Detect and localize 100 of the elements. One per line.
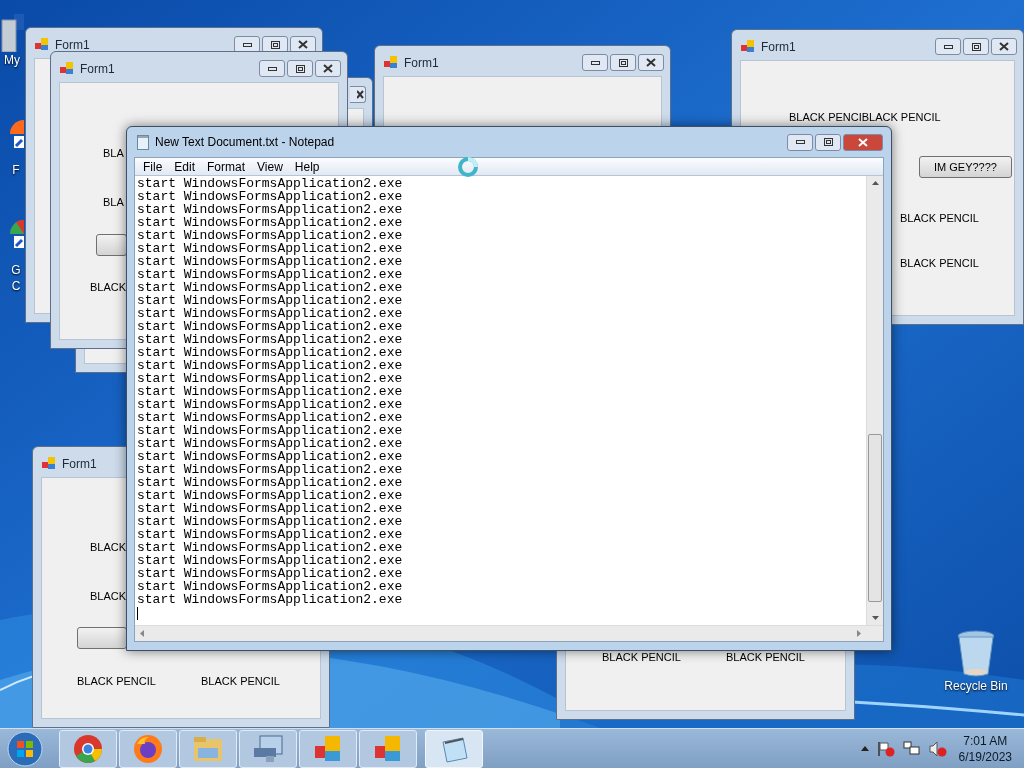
form-icon [741, 40, 755, 53]
window-title: Form1 [761, 38, 796, 56]
form-label: BLACK PENCIL [900, 211, 979, 226]
minimize-button[interactable] [582, 54, 608, 71]
form-button[interactable] [77, 627, 127, 649]
firefox-icon [133, 733, 163, 764]
taskbar-button[interactable] [239, 729, 297, 768]
taskbar-button[interactable] [359, 729, 417, 768]
text-line: start WindowsFormsApplication2.exe [137, 567, 403, 580]
menu-item[interactable]: Format [201, 157, 252, 176]
taskbar-button[interactable] [59, 729, 117, 768]
maximize-button[interactable] [610, 54, 636, 71]
notepad-icon [137, 134, 149, 150]
text-line: start WindowsFormsApplication2.exe [137, 281, 403, 294]
close-icon [323, 64, 333, 73]
text-line: start WindowsFormsApplication2.exe [137, 255, 403, 268]
window-title: Form1 [62, 455, 97, 473]
form-label: BLACK [90, 540, 127, 555]
close-button[interactable] [991, 38, 1017, 55]
text-line: start WindowsFormsApplication2.exe [137, 489, 403, 502]
text-line: start WindowsFormsApplication2.exe [137, 177, 403, 190]
menu-item[interactable]: Edit [168, 157, 202, 176]
close-icon [999, 42, 1009, 51]
menu-item[interactable]: File [137, 157, 169, 176]
form-icon [42, 457, 56, 470]
minimize-icon [267, 66, 277, 71]
scroll-right-icon [857, 630, 861, 637]
text-line: start WindowsFormsApplication2.exe [137, 346, 403, 359]
text-line: start WindowsFormsApplication2.exe [137, 398, 403, 411]
text-line: start WindowsFormsApplication2.exe [137, 242, 403, 255]
taskbar-button[interactable] [119, 729, 177, 768]
maximize-button[interactable] [287, 60, 313, 77]
maximize-icon [971, 42, 981, 51]
form-button[interactable] [96, 234, 127, 256]
maximize-icon [295, 64, 305, 73]
close-button[interactable] [638, 54, 664, 71]
text-line: start WindowsFormsApplication2.exe [137, 307, 403, 320]
resize-grip[interactable] [866, 625, 883, 641]
text-line: start WindowsFormsApplication2.exe [137, 515, 403, 528]
minimize-button[interactable] [787, 133, 813, 151]
form-label: BLACK [90, 589, 127, 604]
maximize-icon [618, 58, 628, 67]
text-line: start WindowsFormsApplication2.exe [137, 476, 403, 489]
form-label: BLACK [90, 280, 127, 295]
scroll-down-icon [872, 616, 879, 620]
form-label: BLACK PENCIL [77, 674, 156, 689]
speaker-muted-icon[interactable] [928, 740, 947, 757]
text-line: start WindowsFormsApplication2.exe [137, 541, 403, 554]
window-title: New Text Document.txt - Notepad [155, 134, 335, 151]
taskbar-button[interactable] [425, 729, 483, 768]
form-label: BLACK PENCIL [726, 650, 805, 665]
clock-time[interactable]: 7:01 AM [963, 732, 1008, 749]
text-line: start WindowsFormsApplication2.exe [137, 216, 403, 229]
minimize-button[interactable] [259, 60, 285, 77]
show-hidden-icons-icon[interactable] [860, 746, 869, 751]
vertical-scrollbar[interactable] [866, 176, 883, 625]
computer-icon [0, 14, 24, 52]
maximize-button[interactable] [815, 133, 841, 151]
desktop-icon-label[interactable]: F [12, 162, 20, 178]
form-label: BLACK PENCIL [602, 650, 681, 665]
close-button[interactable] [843, 133, 883, 151]
desktop-icon-label[interactable]: Recycle Bin [944, 678, 1008, 694]
window-title: Form1 [404, 54, 439, 72]
horizontal-scrollbar[interactable] [135, 625, 866, 641]
form-button[interactable]: IM GEY???? [919, 156, 1012, 178]
scroll-left-icon [140, 630, 144, 637]
text-line: start WindowsFormsApplication2.exe [137, 203, 403, 216]
taskbar-button[interactable] [299, 729, 357, 768]
text-line: start WindowsFormsApplication2.exe [137, 411, 403, 424]
close-icon [646, 58, 656, 67]
menu-item[interactable]: Help [288, 157, 326, 176]
scroll-thumb[interactable] [868, 434, 882, 602]
minimize-icon [242, 42, 252, 47]
text-line: start WindowsFormsApplication2.exe [137, 593, 403, 606]
form-label: BLACK PENCIBLACK PENCIL [789, 110, 941, 125]
text-line: start WindowsFormsApplication2.exe [137, 502, 403, 515]
form-label: BLACK PENCIL [900, 256, 979, 271]
text-line: start WindowsFormsApplication2.exe [137, 528, 403, 541]
text-line: start WindowsFormsApplication2.exe [137, 372, 403, 385]
clock-date[interactable]: 6/19/2023 [958, 748, 1012, 765]
text-line: start WindowsFormsApplication2.exe [137, 463, 403, 476]
network-error-icon[interactable] [902, 740, 921, 757]
form-label: BLA [103, 146, 124, 161]
close-icon [357, 90, 365, 99]
menu-item[interactable]: View [251, 157, 289, 176]
text-line: start WindowsFormsApplication2.exe [137, 333, 403, 346]
minimize-button[interactable] [935, 38, 961, 55]
text-line: start WindowsFormsApplication2.exe [137, 580, 403, 593]
text-line: start WindowsFormsApplication2.exe [137, 190, 403, 203]
desktop-icon-label[interactable]: My [4, 52, 20, 68]
flag-error-icon[interactable] [876, 740, 895, 757]
form-icon [313, 733, 343, 764]
maximize-icon [823, 138, 833, 146]
maximize-icon [270, 40, 280, 49]
maximize-button[interactable] [963, 38, 989, 55]
window-title: Form1 [55, 36, 90, 54]
text-line: start WindowsFormsApplication2.exe [137, 437, 403, 450]
desktop-icon-label[interactable]: G C [11, 262, 21, 294]
close-button[interactable] [315, 60, 341, 77]
form-icon [35, 38, 49, 51]
